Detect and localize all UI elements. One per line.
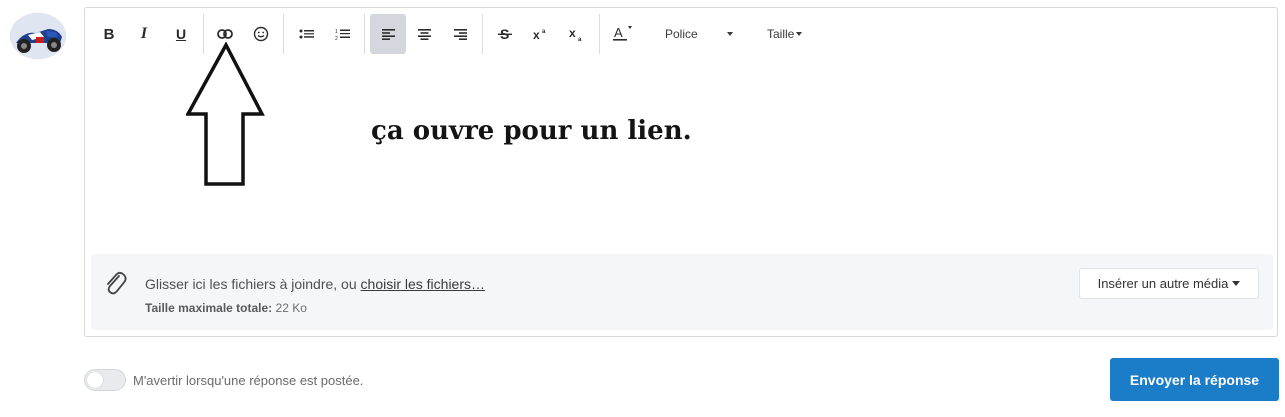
message-editor[interactable]: B I U 1 2 S x a x a A Police Taille ça o… (84, 7, 1278, 337)
font-family-label: Police (665, 27, 698, 41)
notify-toggle[interactable] (84, 369, 126, 391)
bullet-list-icon (299, 29, 314, 39)
svg-text:2: 2 (335, 36, 338, 41)
motorcycle-avatar-icon (10, 13, 66, 59)
max-size-label: Taille maximale totale: (145, 301, 273, 315)
toggle-knob (87, 372, 103, 388)
font-family-dropdown[interactable]: Police (665, 14, 733, 54)
chevron-down-icon (1232, 281, 1241, 286)
attachment-instructions: Glisser ici les fichiers à joindre, ou c… (145, 276, 485, 292)
toolbar-divider (482, 14, 483, 54)
attachment-size-limit: Taille maximale totale: 22 Ko (145, 301, 307, 315)
svg-text:x: x (533, 28, 540, 41)
insert-media-button[interactable]: Insérer un autre média (1079, 268, 1259, 299)
bold-button[interactable]: B (91, 14, 127, 54)
svg-text:x: x (569, 27, 576, 40)
chevron-down-icon (796, 32, 803, 36)
insert-media-label: Insérer un autre média (1097, 276, 1229, 291)
subscript-button[interactable]: x a (559, 14, 595, 54)
superscript-button[interactable]: x a (523, 14, 559, 54)
strikethrough-icon: S (498, 27, 512, 41)
superscript-icon: x a (533, 28, 546, 41)
align-center-icon (417, 28, 431, 40)
align-right-button[interactable] (442, 14, 478, 54)
chevron-down-icon (726, 32, 733, 36)
svg-text:a: a (578, 37, 582, 41)
align-left-button[interactable] (370, 14, 406, 54)
numbered-list-icon: 1 2 (335, 29, 350, 41)
smiley-icon (253, 26, 269, 42)
choose-files-link[interactable]: choisir les fichiers… (361, 276, 485, 292)
text-color-icon: A (613, 26, 632, 41)
underline-icon: U (175, 26, 187, 42)
strikethrough-button[interactable]: S (487, 14, 523, 54)
svg-text:1: 1 (335, 29, 338, 35)
avatar[interactable] (10, 13, 66, 59)
arrow-up-icon (186, 42, 265, 186)
svg-text:a: a (542, 29, 546, 35)
drop-text: Glisser ici les fichiers à joindre, ou (145, 276, 361, 292)
toolbar-divider (283, 14, 284, 54)
max-size-value: 22 Ko (275, 301, 307, 315)
submit-reply-button[interactable]: Envoyer la réponse (1110, 358, 1279, 401)
font-size-dropdown[interactable]: Taille (767, 14, 803, 54)
text-color-button[interactable]: A (605, 14, 641, 54)
bold-icon: B (103, 25, 115, 43)
bullet-list-button[interactable] (288, 14, 324, 54)
numbered-list-button[interactable]: 1 2 (324, 14, 360, 54)
svg-text:A: A (614, 26, 623, 40)
attachment-dropzone[interactable]: Glisser ici les fichiers à joindre, ou c… (91, 254, 1273, 330)
toolbar-divider (599, 14, 600, 54)
link-icon (217, 29, 233, 39)
align-right-icon (453, 28, 467, 40)
toolbar-divider (364, 14, 365, 54)
subscript-icon: x a (569, 27, 582, 41)
italic-button[interactable]: I (126, 14, 162, 54)
editor-content[interactable]: ça ouvre pour un lien. (371, 116, 692, 146)
align-center-button[interactable] (406, 14, 442, 54)
font-size-label: Taille (767, 27, 795, 41)
paperclip-icon (107, 271, 127, 295)
notify-label[interactable]: M'avertir lorsqu'une réponse est postée. (133, 373, 363, 388)
align-left-icon (381, 28, 395, 40)
italic-icon: I (140, 25, 148, 42)
